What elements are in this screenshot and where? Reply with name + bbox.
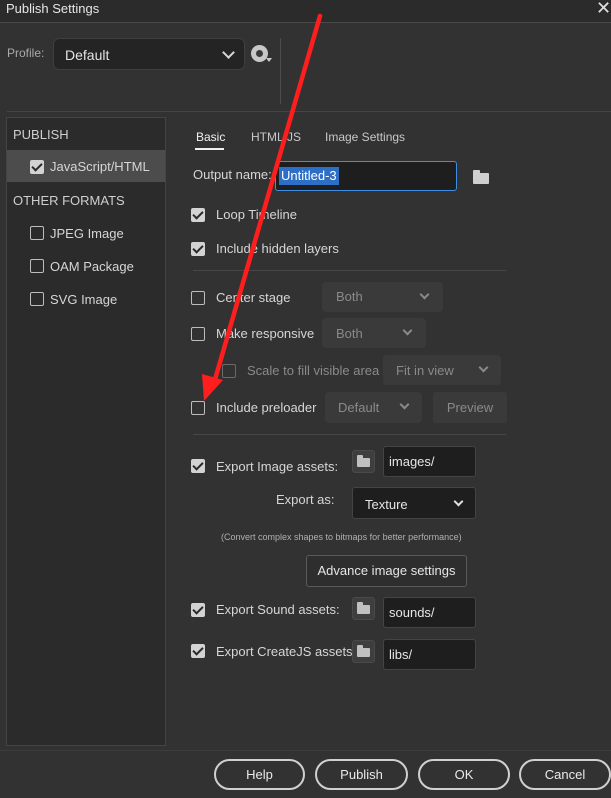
annotation-arrow (202, 13, 323, 401)
annotation-arrow-head (202, 374, 223, 401)
annotation-arrow-shaft (211, 13, 323, 386)
